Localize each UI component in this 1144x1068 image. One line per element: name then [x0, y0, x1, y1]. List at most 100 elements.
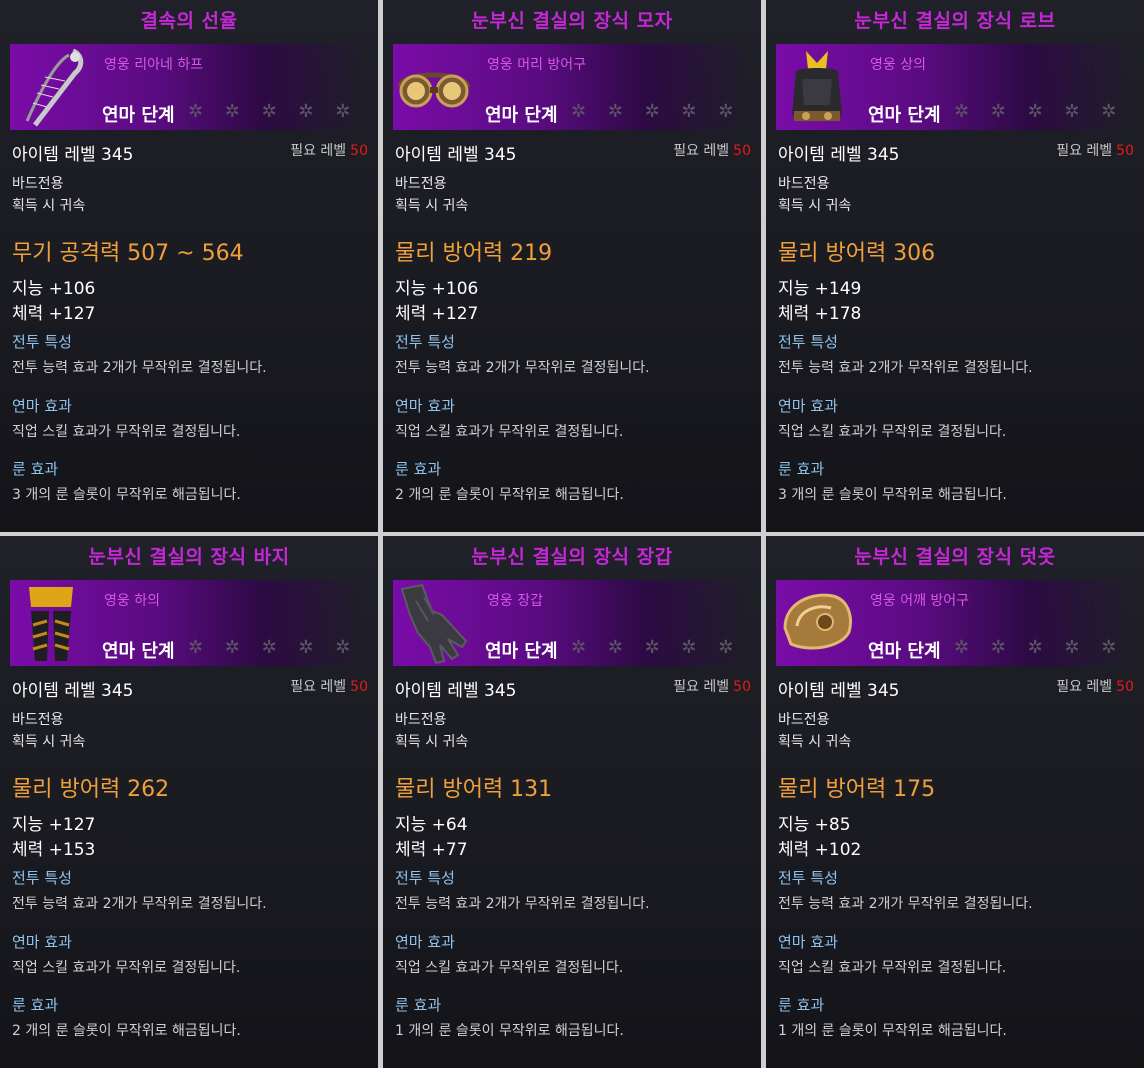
main-stat: 물리 방어력 175 [778, 777, 936, 802]
combat-trait-desc: 전투 능력 효과 2개가 무작위로 결정됩니다. [12, 360, 267, 376]
required-level-label: 필요 레벨 [290, 679, 347, 695]
item-tooltip-pants: 눈부신 결실의 장식 바지 영웅 하의 연마 단계 ✲ ✲ ✲ ✲ ✲ 아이템 … [0, 536, 378, 1068]
stat-intelligence: 지능 +127 [12, 815, 96, 835]
item-grade: 영웅 상의 [870, 57, 926, 73]
item-banner: 영웅 어깨 방어구 연마 단계 ✲ ✲ ✲ ✲ ✲ [776, 580, 1136, 666]
glove-icon [393, 580, 475, 666]
item-level: 아이템 레벨 345 [778, 681, 900, 701]
required-level: 필요 레벨 50 [673, 140, 751, 160]
item-grade: 영웅 하의 [104, 593, 160, 609]
item-grade: 영웅 리아네 하프 [104, 57, 204, 73]
refine-stage-label: 연마 단계 [868, 641, 941, 662]
main-stat: 물리 방어력 131 [395, 777, 553, 802]
refine-stage-stars: ✲ ✲ ✲ ✲ ✲ [954, 101, 1125, 122]
main-stat: 물리 방어력 306 [778, 241, 936, 266]
item-tooltip-hat: 눈부신 결실의 장식 모자 영웅 머리 방어구 연마 단계 ✲ ✲ ✲ ✲ ✲ … [383, 0, 761, 532]
refine-stage-stars: ✲ ✲ ✲ ✲ ✲ [188, 101, 359, 122]
refine-stage-label: 연마 단계 [868, 105, 941, 126]
required-level-label: 필요 레벨 [290, 143, 347, 159]
robe-icon [776, 44, 858, 130]
item-banner: 영웅 리아네 하프 연마 단계 ✲ ✲ ✲ ✲ ✲ [10, 44, 370, 130]
required-level-value: 50 [733, 143, 751, 159]
combat-trait-desc: 전투 능력 효과 2개가 무작위로 결정됩니다. [12, 896, 267, 912]
refine-effect-desc: 직업 스킬 효과가 무작위로 결정됩니다. [12, 960, 241, 976]
combat-trait-header: 전투 특성 [778, 333, 838, 351]
main-stat: 물리 방어력 219 [395, 241, 553, 266]
goggles-icon [393, 44, 475, 130]
rune-effect-desc: 1 개의 룬 슬롯이 무작위로 해금됩니다. [395, 1023, 624, 1039]
refine-effect-desc: 직업 스킬 효과가 무작위로 결정됩니다. [395, 424, 624, 440]
refine-stage-stars: ✲ ✲ ✲ ✲ ✲ [188, 637, 359, 658]
item-title: 눈부신 결실의 장식 모자 [471, 10, 673, 32]
class-restriction: 바드전용 [395, 712, 447, 728]
combat-trait-header: 전투 특성 [12, 333, 72, 351]
class-restriction: 바드전용 [12, 712, 64, 728]
bind-info: 획득 시 귀속 [12, 734, 86, 750]
refine-effect-header: 연마 효과 [12, 933, 72, 951]
required-level-label: 필요 레벨 [673, 143, 730, 159]
rune-effect-header: 룬 효과 [778, 460, 825, 478]
item-tooltip-shoulder: 눈부신 결실의 장식 덧옷 영웅 어깨 방어구 연마 단계 ✲ ✲ ✲ ✲ ✲ … [766, 536, 1144, 1068]
refine-stage-stars: ✲ ✲ ✲ ✲ ✲ [571, 637, 742, 658]
stat-vitality: 체력 +127 [395, 304, 479, 324]
stat-vitality: 체력 +127 [12, 304, 96, 324]
combat-trait-desc: 전투 능력 효과 2개가 무작위로 결정됩니다. [778, 360, 1033, 376]
combat-trait-desc: 전투 능력 효과 2개가 무작위로 결정됩니다. [395, 360, 650, 376]
item-grade: 영웅 어깨 방어구 [870, 593, 970, 609]
stat-intelligence: 지능 +64 [395, 815, 468, 835]
stat-vitality: 체력 +178 [778, 304, 862, 324]
bind-info: 획득 시 귀속 [395, 198, 469, 214]
refine-effect-desc: 직업 스킬 효과가 무작위로 결정됩니다. [778, 960, 1007, 976]
rune-effect-header: 룬 효과 [395, 460, 442, 478]
main-stat: 물리 방어력 262 [12, 777, 170, 802]
required-level-value: 50 [350, 679, 368, 695]
rune-effect-header: 룬 효과 [778, 996, 825, 1014]
refine-stage-stars: ✲ ✲ ✲ ✲ ✲ [954, 637, 1125, 658]
combat-trait-header: 전투 특성 [395, 333, 455, 351]
item-banner: 영웅 머리 방어구 연마 단계 ✲ ✲ ✲ ✲ ✲ [393, 44, 753, 130]
required-level: 필요 레벨 50 [673, 676, 751, 696]
stat-vitality: 체력 +77 [395, 840, 468, 860]
rune-effect-desc: 2 개의 룬 슬롯이 무작위로 해금됩니다. [12, 1023, 241, 1039]
bind-info: 획득 시 귀속 [778, 734, 852, 750]
bind-info: 획득 시 귀속 [778, 198, 852, 214]
class-restriction: 바드전용 [12, 176, 64, 192]
refine-effect-header: 연마 효과 [395, 397, 455, 415]
item-tooltip-harp: 결속의 선율 영웅 리아네 하프 연마 단계 ✲ ✲ ✲ ✲ ✲ 아이템 레벨 … [0, 0, 378, 532]
class-restriction: 바드전용 [778, 712, 830, 728]
refine-effect-desc: 직업 스킬 효과가 무작위로 결정됩니다. [778, 424, 1007, 440]
refine-stage-label: 연마 단계 [485, 105, 558, 126]
item-banner: 영웅 하의 연마 단계 ✲ ✲ ✲ ✲ ✲ [10, 580, 370, 666]
stat-intelligence: 지능 +106 [12, 279, 96, 299]
refine-effect-header: 연마 효과 [12, 397, 72, 415]
bind-info: 획득 시 귀속 [12, 198, 86, 214]
refine-stage-label: 연마 단계 [102, 641, 175, 662]
required-level: 필요 레벨 50 [1056, 140, 1134, 160]
refine-stage-label: 연마 단계 [485, 641, 558, 662]
class-restriction: 바드전용 [778, 176, 830, 192]
item-tooltip-gloves: 눈부신 결실의 장식 장갑 영웅 장갑 연마 단계 ✲ ✲ ✲ ✲ ✲ 아이템 … [383, 536, 761, 1068]
combat-trait-header: 전투 특성 [12, 869, 72, 887]
item-title: 눈부신 결실의 장식 로브 [854, 10, 1056, 32]
rune-effect-desc: 2 개의 룬 슬롯이 무작위로 해금됩니다. [395, 487, 624, 503]
item-title: 눈부신 결실의 장식 덧옷 [854, 546, 1056, 568]
item-grade: 영웅 머리 방어구 [487, 57, 587, 73]
item-banner: 영웅 상의 연마 단계 ✲ ✲ ✲ ✲ ✲ [776, 44, 1136, 130]
item-title: 눈부신 결실의 장식 바지 [88, 546, 290, 568]
item-level: 아이템 레벨 345 [395, 145, 517, 165]
item-title: 결속의 선율 [140, 10, 238, 32]
stat-intelligence: 지능 +106 [395, 279, 479, 299]
required-level-value: 50 [1116, 679, 1134, 695]
combat-trait-desc: 전투 능력 효과 2개가 무작위로 결정됩니다. [395, 896, 650, 912]
shoulder-armor-icon [776, 580, 858, 666]
stat-intelligence: 지능 +149 [778, 279, 862, 299]
required-level-label: 필요 레벨 [673, 679, 730, 695]
required-level-label: 필요 레벨 [1056, 143, 1113, 159]
stat-vitality: 체력 +153 [12, 840, 96, 860]
item-level: 아이템 레벨 345 [12, 681, 134, 701]
class-restriction: 바드전용 [395, 176, 447, 192]
refine-effect-header: 연마 효과 [395, 933, 455, 951]
item-grade: 영웅 장갑 [487, 593, 543, 609]
refine-stage-label: 연마 단계 [102, 105, 175, 126]
bind-info: 획득 시 귀속 [395, 734, 469, 750]
